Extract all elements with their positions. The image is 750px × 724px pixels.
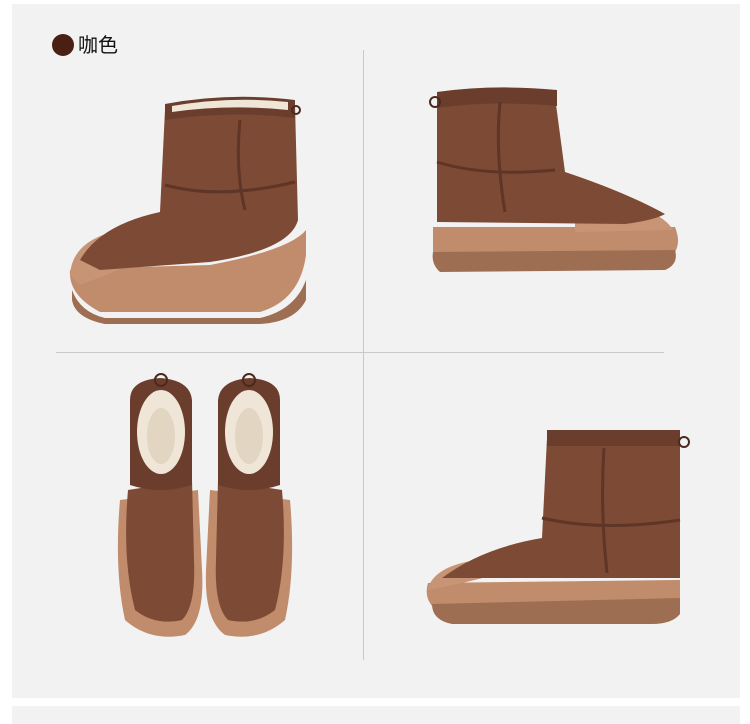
bottom-strip [12, 706, 740, 724]
horizontal-divider [56, 352, 664, 353]
color-title: 咖色 [52, 34, 118, 56]
boot-photo-side-right [429, 87, 678, 272]
boots-photo-top-pair [117, 373, 293, 637]
boot-photo-side-left [69, 96, 306, 324]
boot-photo-side-right-lower [426, 430, 690, 624]
color-label: 咖色 [78, 33, 118, 57]
vertical-divider [363, 50, 364, 660]
color-swatch [52, 34, 74, 56]
